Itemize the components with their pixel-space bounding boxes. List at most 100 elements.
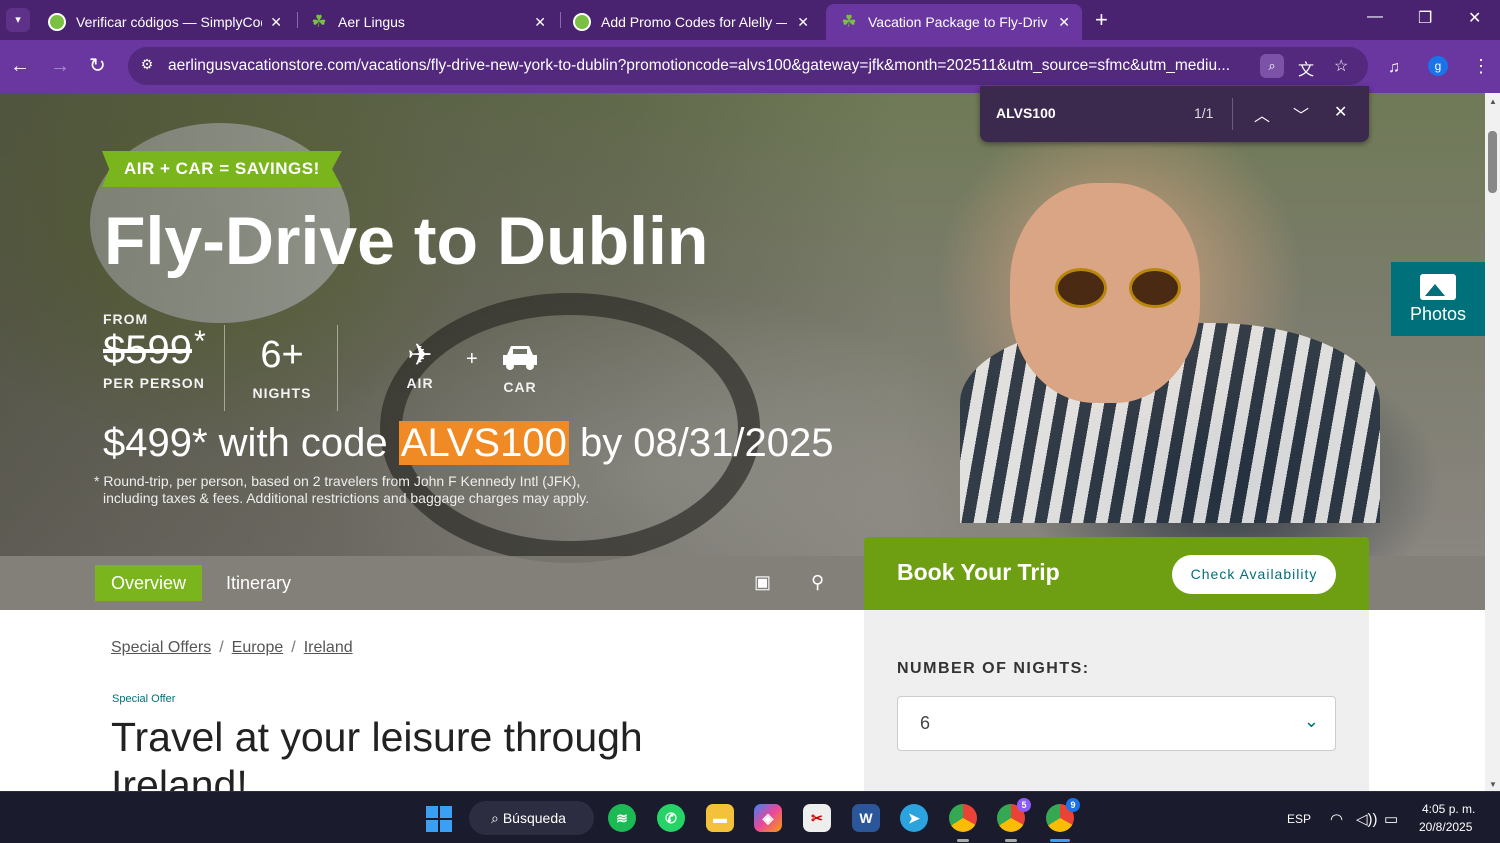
hero-title: Fly-Drive to Dublin [104,203,709,279]
translate-icon[interactable]: 文 [1298,56,1314,80]
battery-icon[interactable]: ▭ [1384,810,1398,828]
profile-avatar[interactable]: g [1428,56,1448,76]
close-icon[interactable]: ✕ [797,14,809,30]
photos-button[interactable]: Photos [1391,262,1485,336]
page-viewport: AIR + CAR = SAVINGS! Fly-Drive to Dublin… [0,93,1485,791]
shamrock-icon: ☘ [311,12,327,31]
google-lens-icon[interactable]: ⌕ [1260,54,1284,78]
photo-gallery-icon [1420,274,1456,300]
tab-vacation-package[interactable]: ☘ Vacation Package to Fly-Drive: Dub ✕ [826,4,1082,40]
special-offer-label: Special Offer [112,693,176,705]
tab-simplycodes-verify[interactable]: Verificar códigos — SimplyCode ✕ [34,4,294,40]
new-tab-button[interactable]: + [1095,8,1108,32]
breadcrumb-europe[interactable]: Europe [232,639,284,656]
car-label: CAR [503,379,537,395]
snipping-tool-icon[interactable]: ✂ [803,804,831,832]
gallery-icon[interactable]: ▣ [754,572,771,593]
from-price-block: FROM $599 * PER PERSON [103,311,206,391]
fine-print-line-2: including taxes & fees. Additional restr… [103,490,590,506]
tab-add-promo-codes[interactable]: Add Promo Codes for Alelly — Sim ✕ [559,4,821,40]
tab-title: Aer Lingus [338,14,405,30]
volume-icon[interactable]: ◁)) [1356,810,1378,828]
restore-button[interactable]: ❐ [1418,8,1432,28]
clock-time[interactable]: 4:05 p. m. [1422,802,1475,816]
find-match-count: 1/1 [1194,105,1214,121]
simplycodes-icon [48,13,66,31]
minimize-button[interactable]: — [1367,8,1383,26]
nights-value: 6+ [260,334,304,376]
map-pin-icon[interactable]: ⚲ [811,572,824,593]
forward-button[interactable]: → [50,55,70,77]
plus-sign: + [466,348,478,370]
old-price: $599 [103,328,192,372]
find-next-icon[interactable]: ﹀ [1293,102,1309,126]
windows-taskbar: ⌕ Búsqueda ≋ ✆ ▬ ◈ ✂ W ➤ 5 9 ESP ◠ ◁)) ▭ … [0,791,1500,843]
spotify-icon[interactable]: ≋ [608,804,636,832]
breadcrumb-separator: / [219,639,224,656]
reload-button[interactable]: ↻ [89,55,106,77]
book-your-trip-title: Book Your Trip [897,559,1060,585]
hero-photo-sunglasses [1055,268,1185,308]
find-input[interactable]: ALVS100 [996,105,1056,121]
tab-overview[interactable]: Overview [95,565,203,601]
tab-aer-lingus[interactable]: ☘ Aer Lingus ✕ [296,4,558,40]
number-of-nights-select[interactable]: 6 ⌄ [897,696,1336,751]
word-icon[interactable]: W [852,804,880,832]
url-text[interactable]: aerlingusvacationstore.com/vacations/fly… [168,57,1250,75]
nights-selected-value: 6 [920,713,931,733]
menu-kebab-icon[interactable]: ⋮ [1472,55,1490,77]
tab-search-button[interactable]: ▾ [6,8,30,32]
simplycodes-icon [573,13,591,31]
scroll-up-arrow-icon[interactable]: ▲ [1489,97,1497,106]
site-info-icon[interactable]: ⚙ [138,56,156,74]
close-icon[interactable]: ✕ [534,14,546,30]
page-title: Travel at your leisure through Ireland! [111,714,643,791]
nights-block: 6+ NIGHTS [252,333,312,401]
copilot-icon[interactable]: ◈ [754,804,782,832]
scrollbar-thumb[interactable] [1488,131,1497,193]
scroll-down-arrow-icon[interactable]: ▼ [1489,780,1497,789]
running-indicator [1050,839,1070,842]
close-window-button[interactable]: ✕ [1468,8,1481,28]
booking-panel: NUMBER OF NIGHTS: 6 ⌄ [864,610,1369,791]
file-explorer-icon[interactable]: ▬ [706,804,734,832]
tab-title: Add Promo Codes for Alelly — Sim [601,14,787,30]
fine-print-line-1: * Round-trip, per person, based on 2 tra… [94,473,581,489]
savings-badge: AIR + CAR = SAVINGS! [102,151,342,187]
taskbar-search[interactable]: ⌕ Búsqueda [469,801,594,835]
price-asterisk: * [193,325,206,358]
book-your-trip-header: Book Your Trip Check Availability [864,537,1369,610]
check-availability-button[interactable]: Check Availability [1172,555,1336,594]
page-scrollbar[interactable]: ▲ ▼ [1485,93,1500,791]
from-label: FROM [103,311,149,327]
find-previous-icon[interactable]: ︿ [1254,102,1270,126]
address-bar[interactable]: ⚙ aerlingusvacationstore.com/vacations/f… [128,47,1368,85]
clock-date[interactable]: 20/8/2025 [1419,820,1472,834]
promo-price-text: $499* with code [103,421,399,465]
chrome-profile-icon[interactable]: 5 [997,798,1031,842]
windows-start-icon[interactable] [426,806,452,832]
whatsapp-icon[interactable]: ✆ [657,804,685,832]
car-block: CAR [498,341,542,395]
tab-itinerary[interactable]: Itinerary [226,565,291,601]
wifi-icon[interactable]: ◠ [1330,810,1343,828]
chrome-badge: 9 [1066,798,1080,812]
close-icon[interactable]: ✕ [1058,14,1070,30]
language-indicator[interactable]: ESP [1287,812,1311,826]
chrome-icon[interactable] [949,804,977,842]
shamrock-icon: ☘ [841,12,857,31]
breadcrumb-ireland[interactable]: Ireland [304,639,353,656]
search-icon: ⌕ [491,810,499,826]
telegram-icon[interactable]: ➤ [900,804,928,832]
find-close-icon[interactable]: ✕ [1334,102,1347,122]
chrome-active-icon[interactable]: 9 [1046,798,1080,842]
close-icon[interactable]: ✕ [270,14,282,30]
number-of-nights-label: NUMBER OF NIGHTS: [897,660,1090,677]
breadcrumb-special-offers[interactable]: Special Offers [111,639,211,656]
fine-print: * Round-trip, per person, based on 2 tra… [94,473,654,507]
bookmark-star-icon[interactable]: ☆ [1334,56,1348,76]
media-control-icon[interactable]: ♫ [1388,57,1400,79]
back-button[interactable]: ← [10,55,30,77]
photos-label: Photos [1409,304,1467,324]
stat-divider [337,325,338,411]
